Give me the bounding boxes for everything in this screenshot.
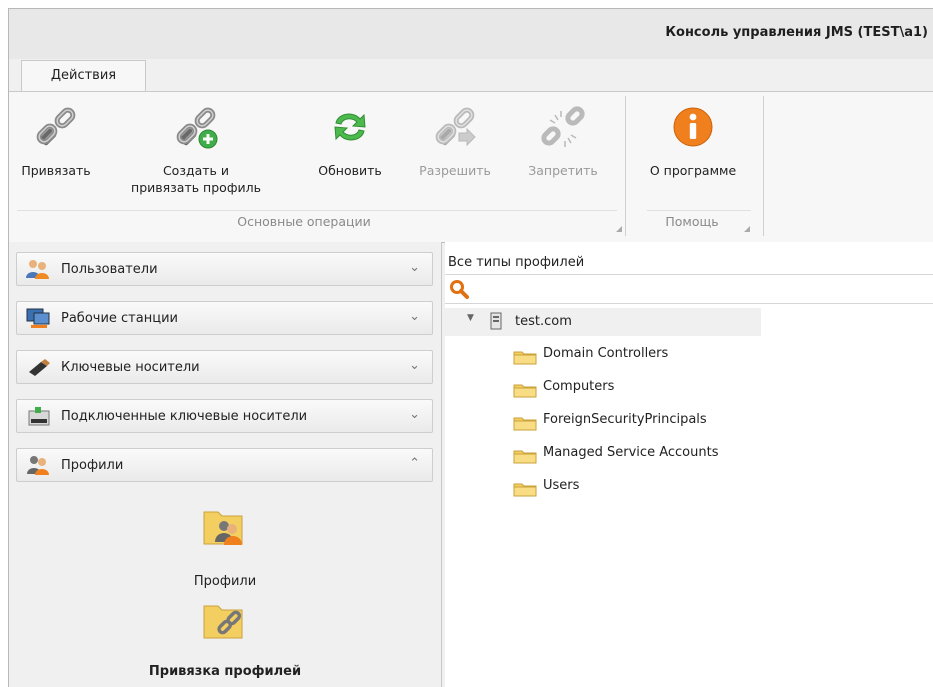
nav-section-profiles-label: Профили bbox=[61, 458, 124, 473]
folder-icon bbox=[513, 384, 537, 398]
about-button[interactable]: О программе bbox=[631, 92, 755, 210]
tree-node-foreign-security-principals[interactable]: ForeignSecurityPrincipals bbox=[543, 412, 707, 427]
tree-node-domain-controllers[interactable]: Domain Controllers bbox=[543, 346, 668, 361]
title-bar: Консоль управления JMS (TEST\a1) bbox=[9, 9, 933, 59]
search-bar[interactable] bbox=[445, 275, 933, 304]
nav-item-profile-binding[interactable]: Привязка профилей bbox=[9, 594, 441, 684]
deny-button[interactable]: Запретить bbox=[515, 92, 611, 210]
chevron-down-icon: ⌄ bbox=[409, 407, 420, 422]
nav-section-key-carriers[interactable]: Ключевые носители ⌄ bbox=[16, 350, 433, 384]
content-pane: Все типы профилей ▼ test.com Domain Cont… bbox=[445, 242, 933, 687]
about-button-label: О программе bbox=[649, 163, 737, 178]
tree-expand-arrow-icon[interactable]: ▼ bbox=[467, 313, 474, 323]
search-input[interactable] bbox=[473, 278, 917, 300]
chevron-down-icon: ⌄ bbox=[409, 260, 420, 275]
folder-icon bbox=[513, 351, 537, 365]
connected-token-icon bbox=[28, 407, 50, 426]
tab-actions[interactable]: Действия bbox=[21, 60, 146, 92]
refresh-icon bbox=[334, 113, 366, 141]
group-separator bbox=[625, 96, 626, 236]
create-and-bind-profile-button[interactable]: Создать и привязать профиль bbox=[121, 92, 271, 210]
group-launcher-main[interactable] bbox=[616, 226, 622, 232]
navigation-pane: Пользователи ⌄ Рабочие станции ⌄ Ключевы… bbox=[9, 242, 442, 687]
bind-button-label: Привязать bbox=[21, 163, 91, 178]
bind-button[interactable]: Привязать bbox=[15, 92, 97, 210]
nav-section-users-label: Пользователи bbox=[61, 262, 158, 277]
group-separator-2 bbox=[763, 96, 764, 236]
folder-icon bbox=[513, 450, 537, 464]
allow-button[interactable]: Разрешить bbox=[407, 92, 503, 210]
workstations-icon bbox=[26, 308, 50, 328]
app-window: Консоль управления JMS (TEST\a1) Действи… bbox=[8, 8, 933, 687]
info-icon bbox=[673, 107, 713, 147]
chevron-up-icon: ⌃ bbox=[409, 456, 420, 471]
nav-section-workstations[interactable]: Рабочие станции ⌄ bbox=[16, 301, 433, 335]
refresh-button-label: Обновить bbox=[318, 163, 382, 178]
nav-section-key-carriers-label: Ключевые носители bbox=[61, 360, 200, 375]
link-allow-icon bbox=[433, 105, 477, 149]
usb-token-icon bbox=[29, 359, 50, 376]
nav-section-connected-key-carriers-label: Подключенные ключевые носители bbox=[61, 409, 308, 424]
domain-icon bbox=[490, 312, 502, 330]
tree-node-computers[interactable]: Computers bbox=[543, 379, 614, 394]
window-title: Консоль управления JMS (TEST\a1) bbox=[665, 25, 928, 40]
nav-section-workstations-label: Рабочие станции bbox=[61, 311, 178, 326]
link-add-icon bbox=[174, 105, 218, 149]
profile-type-filter-value: Все типы профилей bbox=[448, 255, 585, 270]
link-break-icon bbox=[541, 106, 585, 147]
nav-section-users[interactable]: Пользователи ⌄ bbox=[16, 252, 433, 286]
create-and-bind-label-line2: привязать профиль bbox=[131, 180, 261, 195]
ribbon: Привязать Создать и привязать профиль Об… bbox=[9, 91, 933, 243]
folder-icon bbox=[513, 483, 537, 497]
profiles-icon bbox=[27, 456, 49, 475]
allow-button-label: Разрешить bbox=[419, 163, 491, 178]
group-label-main-operations: Основные операции bbox=[237, 214, 371, 229]
link-icon bbox=[34, 105, 78, 149]
users-icon bbox=[26, 260, 49, 279]
nav-item-profiles[interactable]: Профили bbox=[9, 500, 441, 590]
create-and-bind-label-line1: Создать и bbox=[162, 163, 230, 178]
group-launcher-help[interactable] bbox=[744, 226, 750, 232]
refresh-button[interactable]: Обновить bbox=[305, 92, 395, 210]
tree-node-managed-service-accounts[interactable]: Managed Service Accounts bbox=[543, 445, 718, 460]
chevron-down-icon: ⌄ bbox=[409, 309, 420, 324]
nav-section-connected-key-carriers[interactable]: Подключенные ключевые носители ⌄ bbox=[16, 399, 433, 433]
tree-node-users[interactable]: Users bbox=[543, 478, 579, 493]
tab-actions-label: Действия bbox=[50, 68, 117, 83]
folder-icon bbox=[513, 417, 537, 431]
profiles-folder-icon bbox=[203, 511, 243, 545]
nav-item-profiles-label: Профили bbox=[193, 574, 257, 589]
group-label-help: Помощь bbox=[665, 214, 719, 229]
tree-root-label: test.com bbox=[515, 314, 572, 329]
search-icon bbox=[450, 280, 469, 299]
nav-item-profile-binding-label: Привязка профилей bbox=[148, 664, 302, 679]
deny-button-label: Запретить bbox=[528, 163, 598, 178]
nav-section-profiles[interactable]: Профили ⌃ bbox=[16, 448, 433, 482]
profile-type-filter[interactable]: Все типы профилей bbox=[445, 252, 933, 275]
chevron-down-icon: ⌄ bbox=[409, 358, 420, 373]
profile-binding-folder-icon bbox=[203, 605, 243, 639]
